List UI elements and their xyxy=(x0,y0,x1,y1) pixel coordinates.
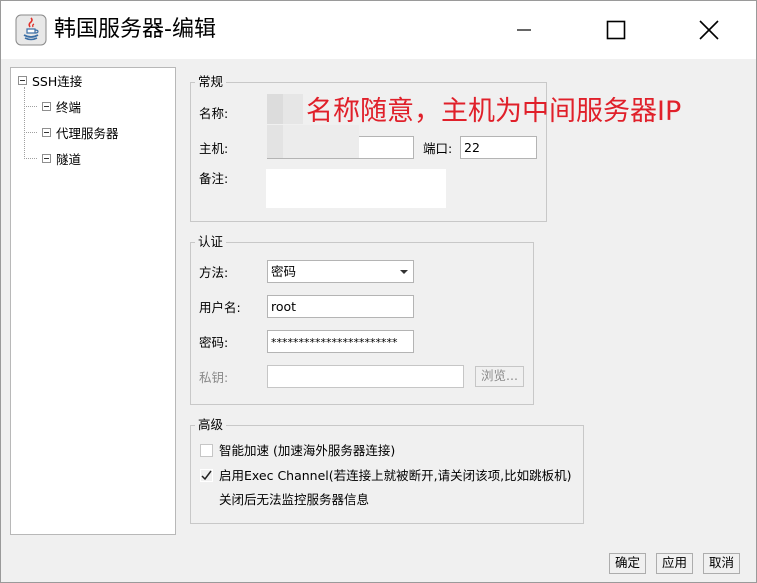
smart-accel-label: 智能加速 (加速海外服务器连接) xyxy=(219,443,396,458)
tree-connector xyxy=(24,158,37,159)
close-button[interactable] xyxy=(686,1,732,59)
window-title: 韩国服务器-编辑 xyxy=(54,17,216,42)
minimize-button[interactable] xyxy=(501,1,547,59)
tree-item-terminal[interactable]: 终端 xyxy=(42,96,81,116)
note-field[interactable] xyxy=(266,169,446,208)
exec-channel-checkbox[interactable] xyxy=(200,469,213,482)
exec-channel-note: 关闭后无法监控服务器信息 xyxy=(219,492,370,507)
group-legend: 认证 xyxy=(195,234,227,250)
port-label: 端口: xyxy=(423,141,453,156)
browse-button: 浏览... xyxy=(475,366,524,387)
group-legend: 常规 xyxy=(195,74,227,90)
method-label: 方法: xyxy=(199,265,229,280)
tree-item-label: SSH连接 xyxy=(32,73,83,89)
cancel-button[interactable]: 取消 xyxy=(703,553,740,574)
title-bar: 韩国服务器-编辑 xyxy=(1,1,756,59)
tree-item-label: 终端 xyxy=(56,99,82,115)
maximize-button[interactable] xyxy=(593,1,639,59)
collapse-icon[interactable] xyxy=(42,127,51,137)
redaction-patch xyxy=(267,94,283,124)
smart-accel-checkbox[interactable] xyxy=(200,444,213,457)
name-label: 名称: xyxy=(199,106,229,121)
close-icon xyxy=(699,20,719,40)
collapse-icon[interactable] xyxy=(42,153,51,163)
method-select-value: 密码 xyxy=(271,264,297,279)
maximize-icon xyxy=(606,20,626,40)
tree-item-label: 隧道 xyxy=(56,151,82,167)
settings-tree: SSH连接 终端 代理服务器 隧道 xyxy=(10,67,176,535)
dropdown-arrow-icon xyxy=(400,270,408,274)
tree-item-label: 代理服务器 xyxy=(56,125,119,141)
redaction-patch xyxy=(283,94,303,124)
java-app-icon xyxy=(15,14,47,46)
private-key-label: 私钥: xyxy=(199,370,229,385)
method-select[interactable]: 密码 xyxy=(267,260,414,283)
minimize-icon xyxy=(517,29,531,31)
note-label: 备注: xyxy=(199,171,229,186)
annotation-text: 名称随意，主机为中间服务器IP xyxy=(306,96,682,127)
apply-button[interactable]: 应用 xyxy=(656,553,693,574)
group-legend: 高级 xyxy=(195,417,227,433)
tree-item-tunnel[interactable]: 隧道 xyxy=(42,148,81,168)
private-key-field xyxy=(267,365,464,388)
exec-channel-label: 启用Exec Channel(若连接上就被断开,请关闭该项,比如跳板机) xyxy=(219,468,572,483)
edit-dialog: 韩国服务器-编辑 SSH连接 终端 代理服务器 隧道 常规 名称: 主机: 端口… xyxy=(0,0,757,583)
tree-connector xyxy=(24,132,37,133)
username-label: 用户名: xyxy=(199,300,241,315)
collapse-icon[interactable] xyxy=(18,75,27,85)
username-field[interactable]: root xyxy=(267,295,414,318)
collapse-icon[interactable] xyxy=(42,101,51,111)
tree-connector xyxy=(24,106,37,107)
host-label: 主机: xyxy=(199,141,229,156)
checkmark-icon xyxy=(201,470,212,481)
port-field[interactable]: 22 xyxy=(460,136,537,159)
password-field[interactable]: *********************** xyxy=(267,330,414,353)
tree-item-ssh[interactable]: SSH连接 xyxy=(18,70,82,90)
password-label: 密码: xyxy=(199,335,229,350)
tree-item-proxy[interactable]: 代理服务器 xyxy=(42,122,119,142)
ok-button[interactable]: 确定 xyxy=(609,553,646,574)
redaction-patch xyxy=(267,125,283,158)
tree-connector xyxy=(24,87,25,157)
